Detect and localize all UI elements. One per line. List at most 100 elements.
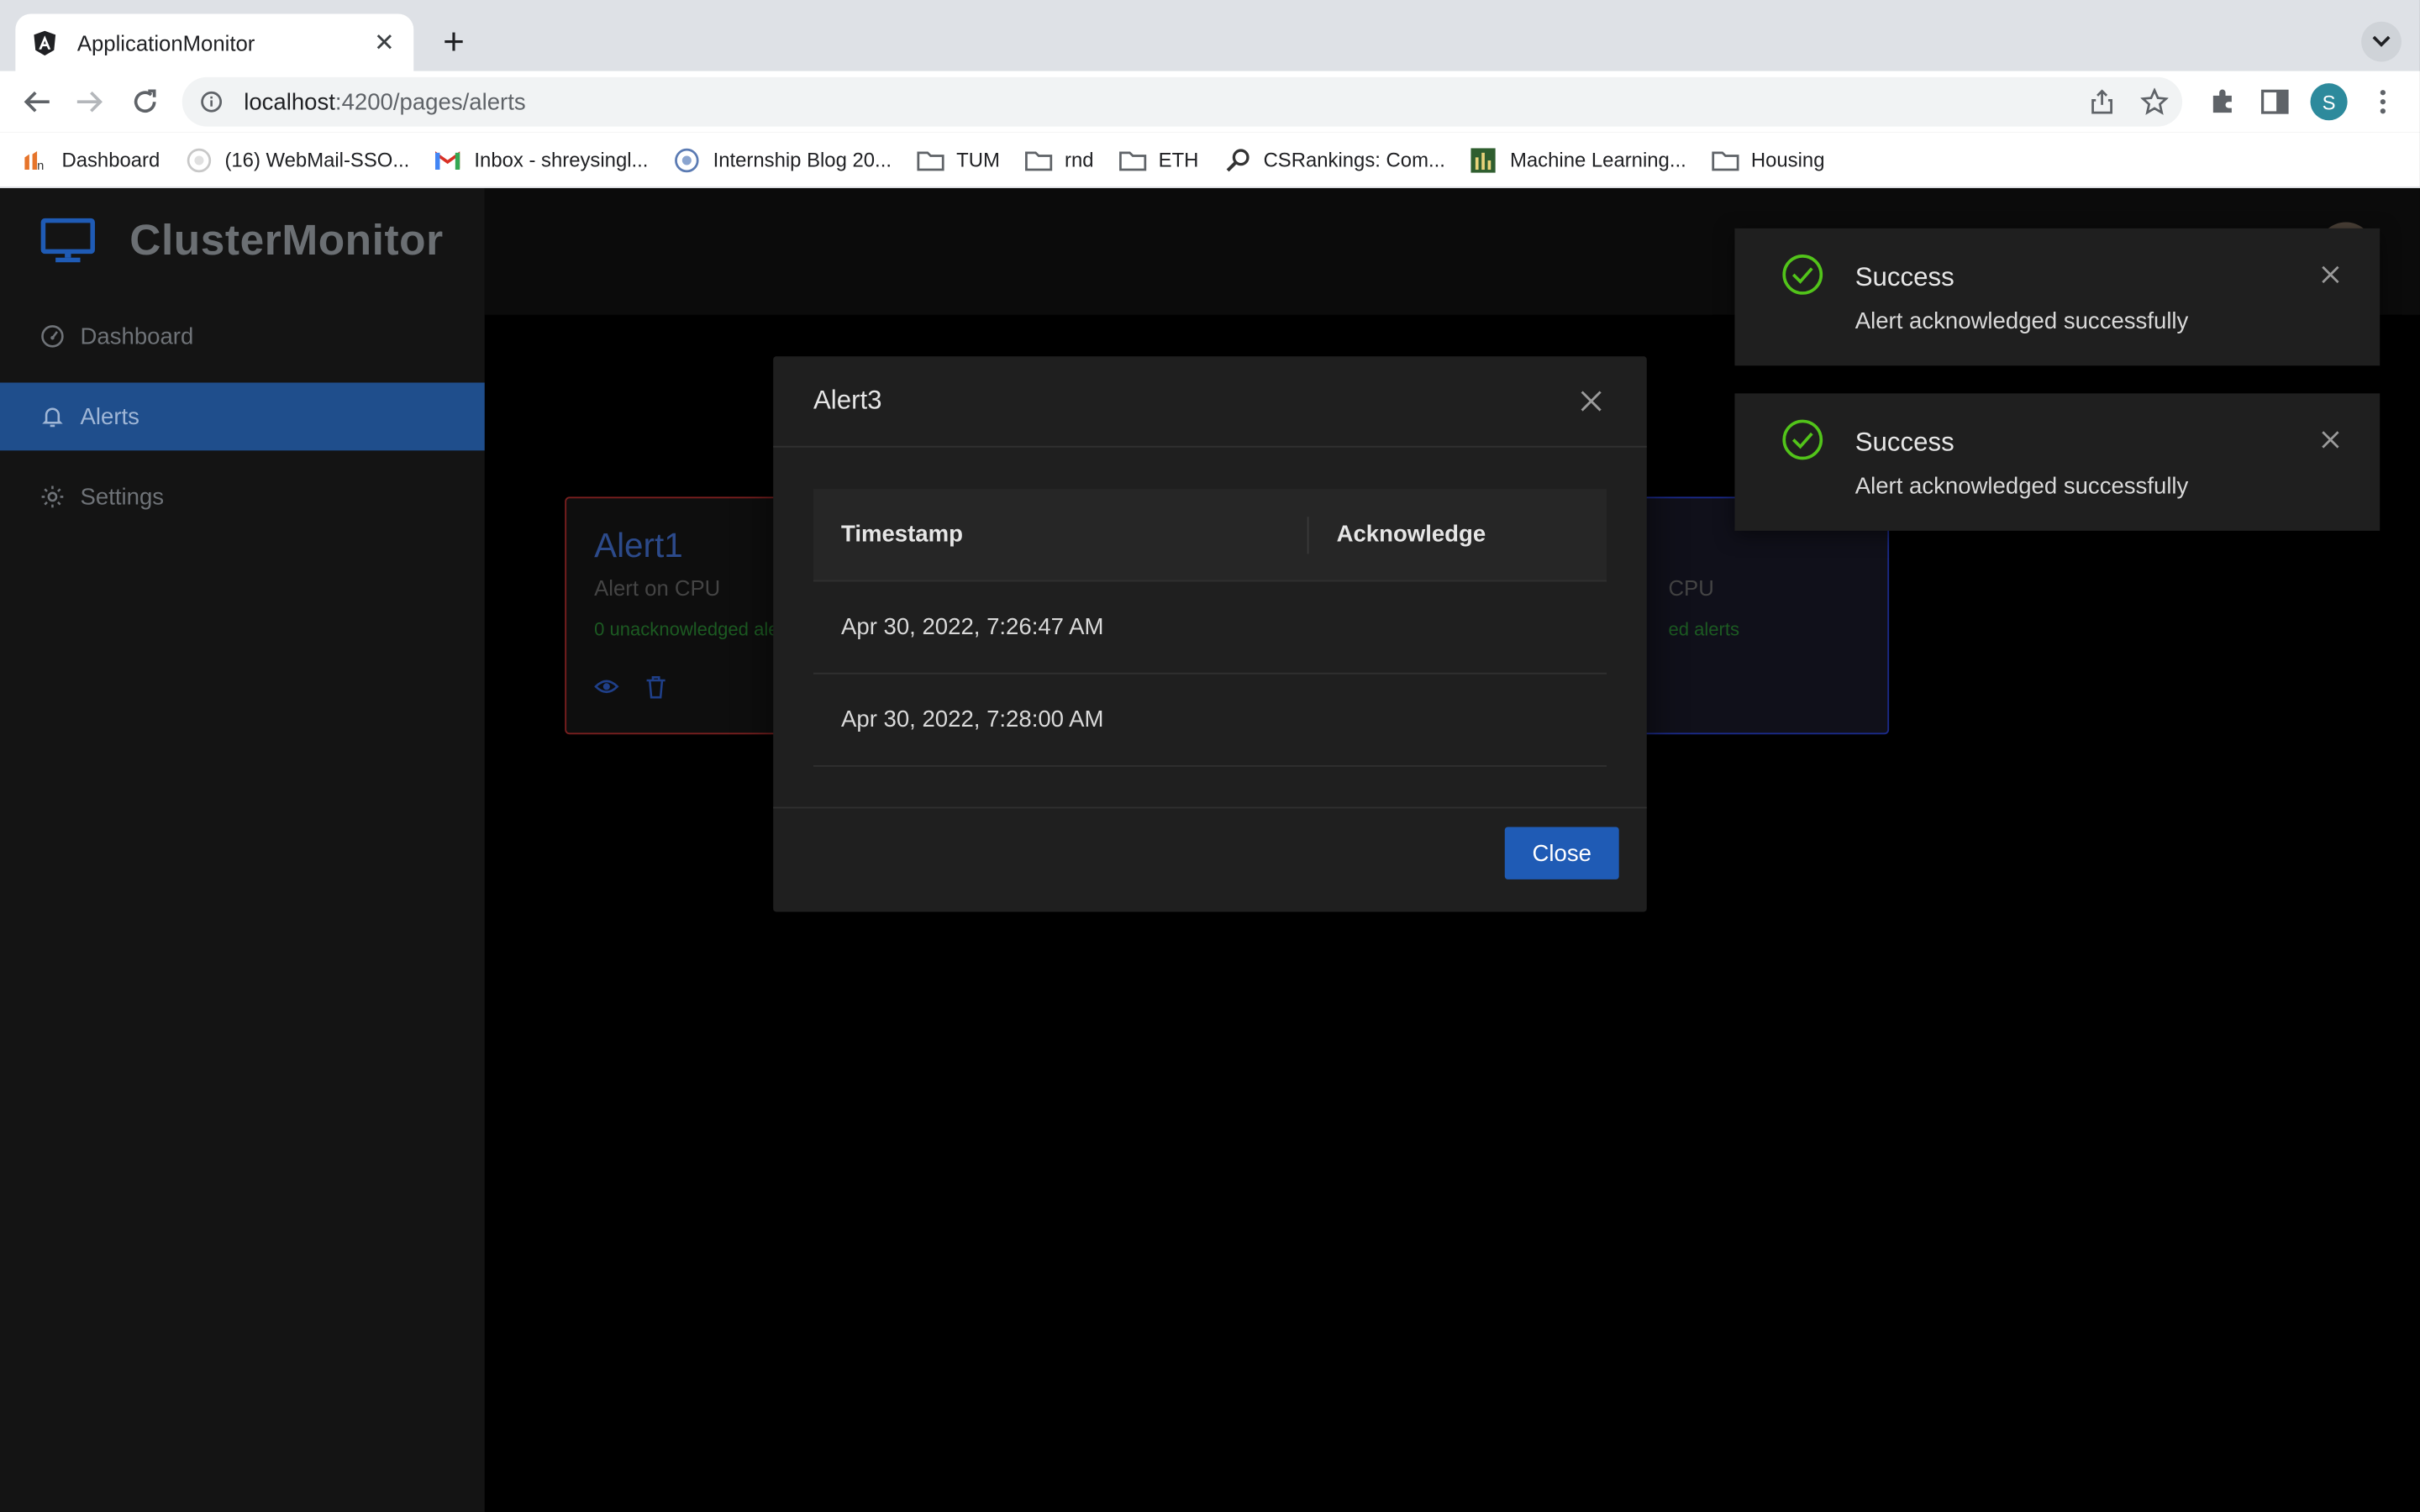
bookmark-item[interactable]: n Dashboard [22, 147, 160, 171]
table-row: Apr 30, 2022, 7:28:00 AM [813, 675, 1607, 767]
alert-detail-modal: Alert3 Timestamp Acknowledge Apr 30, 202… [773, 356, 1647, 912]
alert-card-subtitle: CPU [1668, 575, 1714, 601]
gmail-icon [434, 147, 462, 171]
svg-text:n: n [37, 159, 44, 171]
tab-search-chevron-icon[interactable] [2361, 21, 2402, 62]
success-toast: Success Alert acknowledged successfully [1734, 228, 2381, 366]
bookmark-label: rnd [1065, 148, 1094, 171]
check-circle-icon [1782, 419, 1823, 460]
sidebar-item-label: Settings [80, 483, 165, 511]
modal-footer: Close [773, 806, 1647, 912]
sidebar-item-settings[interactable]: Settings [0, 463, 485, 531]
angular-favicon-icon [34, 29, 56, 55]
trash-icon[interactable] [644, 675, 668, 699]
toast-close-icon[interactable] [2318, 262, 2343, 286]
folder-icon [1024, 147, 1052, 171]
toast-title: Success [1854, 427, 1954, 457]
monitor-logo-icon [40, 218, 95, 263]
sidebar-item-dashboard[interactable]: Dashboard [0, 302, 485, 370]
bookmarks-bar: n Dashboard (16) WebMail-SSO... Inbox - s… [0, 132, 2420, 189]
column-header-acknowledge[interactable]: Acknowledge [1309, 522, 1607, 548]
timestamp-cell: Apr 30, 2022, 7:26:47 AM [841, 614, 1104, 641]
dashboard-favicon-icon: n [22, 147, 50, 171]
webmail-favicon-icon [185, 147, 213, 172]
close-button[interactable]: Close [1504, 827, 1619, 879]
folder-icon [1711, 147, 1739, 171]
alert-card-count: ed alerts [1668, 618, 1740, 641]
toast-title: Success [1854, 262, 1954, 292]
new-tab-plus-icon[interactable]: + [432, 22, 475, 65]
bookmark-folder[interactable]: rnd [1024, 147, 1094, 171]
bookmark-label: Dashboard [61, 148, 160, 171]
url-text: localhost:4200/pages/alerts [244, 89, 525, 115]
bookmark-folder[interactable]: Housing [1711, 147, 1824, 171]
tab-title: ApplicationMonitor [76, 29, 255, 55]
alert-card-count: 0 unacknowledged alerts [594, 618, 781, 641]
reload-icon[interactable] [127, 83, 164, 120]
brand[interactable]: ClusterMonitor [40, 216, 444, 265]
sidebar-item-label: Dashboard [80, 323, 194, 350]
forward-arrow-icon[interactable] [71, 83, 108, 120]
bookmark-label: Internship Blog 20... [713, 148, 892, 171]
toast-message: Alert acknowledged successfully [1854, 473, 2189, 501]
alert-card[interactable]: A CPU ed alerts [1639, 496, 1890, 735]
bookmark-item[interactable]: Inbox - shreysingl... [434, 147, 649, 171]
folder-icon [1118, 147, 1146, 171]
blog-favicon-icon [673, 147, 701, 172]
profile-avatar[interactable]: S [2310, 83, 2348, 121]
side-panel-icon[interactable] [2256, 83, 2293, 120]
dashboard-icon [40, 324, 65, 349]
url-path: :4200/pages/alerts [334, 88, 526, 115]
card-actions [594, 675, 751, 699]
bookmark-folder[interactable]: TUM [916, 147, 1000, 171]
timestamp-cell: Apr 30, 2022, 7:28:00 AM [841, 706, 1104, 733]
bookmark-label: CSRankings: Com... [1263, 148, 1445, 171]
sidebar-item-label: Alerts [80, 403, 139, 430]
tab-close-icon[interactable]: ✕ [371, 27, 398, 58]
bookmark-item[interactable]: CSRankings: Com... [1223, 147, 1445, 171]
back-arrow-icon[interactable] [18, 83, 55, 120]
site-info-icon[interactable] [201, 91, 223, 113]
bookmark-label: (16) WebMail-SSO... [224, 148, 410, 171]
folder-icon [916, 147, 944, 171]
bookmark-label: Inbox - shreysingl... [474, 148, 649, 171]
modal-close-icon[interactable] [1576, 386, 1607, 417]
acknowledgement-table: Timestamp Acknowledge Apr 30, 2022, 7:26… [813, 489, 1607, 767]
toast-close-icon[interactable] [2318, 428, 2343, 452]
bookmark-label: ETH [1158, 148, 1199, 171]
bookmark-folder[interactable]: ETH [1118, 147, 1199, 171]
bookmark-label: Housing [1750, 148, 1825, 171]
gear-icon [40, 485, 65, 509]
bookmark-item[interactable]: Machine Learning... [1470, 147, 1686, 172]
alert-card-subtitle: Alert on CPU [594, 575, 721, 601]
check-circle-icon [1782, 255, 1823, 295]
bookmark-label: Machine Learning... [1510, 148, 1686, 171]
bookmark-item[interactable]: (16) WebMail-SSO... [185, 147, 410, 172]
column-header-timestamp[interactable]: Timestamp [813, 516, 1309, 554]
toast-message: Alert acknowledged successfully [1854, 308, 2189, 335]
bookmark-star-icon[interactable] [2139, 87, 2170, 118]
browser-menu-icon[interactable] [2365, 83, 2402, 120]
browser-toolbar: localhost:4200/pages/alerts S [0, 71, 2420, 133]
url-host: localhost [244, 88, 335, 115]
table-row: Apr 30, 2022, 7:26:47 AM [813, 581, 1607, 675]
bookmark-label: TUM [956, 148, 1000, 171]
share-icon[interactable] [2086, 87, 2118, 118]
bell-icon [40, 404, 65, 428]
success-toast: Success Alert acknowledged successfully [1734, 393, 2381, 531]
search-favicon-icon [1223, 147, 1251, 171]
modal-title: Alert3 [813, 386, 882, 416]
brand-title: ClusterMonitor [129, 216, 444, 265]
alert-card-title[interactable]: Alert1 [594, 526, 751, 566]
alert-card[interactable]: Alert1 Alert on CPU 0 unacknowledged ale… [565, 496, 781, 735]
modal-header: Alert3 [773, 356, 1647, 448]
app-viewport: ClusterMonitor Dashboard Alerts Settings… [0, 188, 2420, 1512]
eye-icon[interactable] [594, 675, 619, 699]
extensions-puzzle-icon[interactable] [2204, 83, 2241, 120]
browser-tab-strip: ApplicationMonitor ✕ + [0, 0, 2420, 71]
sidebar: ClusterMonitor Dashboard Alerts Settings [0, 188, 485, 1512]
browser-tab[interactable]: ApplicationMonitor ✕ [15, 13, 414, 71]
bookmark-item[interactable]: Internship Blog 20... [673, 147, 892, 172]
sidebar-item-alerts[interactable]: Alerts [0, 382, 485, 451]
address-bar[interactable]: localhost:4200/pages/alerts [182, 76, 2183, 127]
